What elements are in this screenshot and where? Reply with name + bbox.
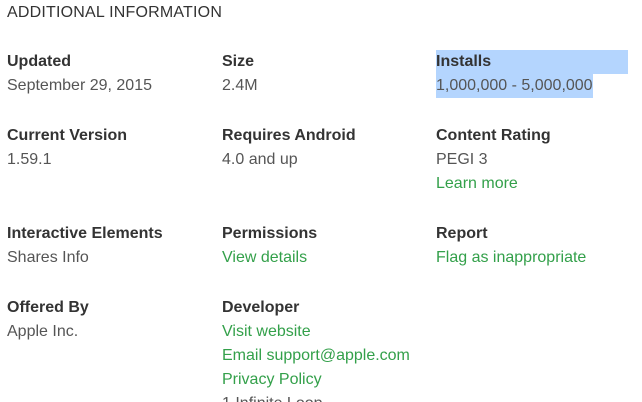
report-label: Report bbox=[436, 225, 488, 242]
size-label: Size bbox=[222, 53, 255, 70]
current-version-field: Current Version 1.59.1 bbox=[7, 124, 212, 172]
content-rating-value: PEGI 3 bbox=[436, 151, 488, 168]
learn-more-link[interactable]: Learn more bbox=[436, 172, 641, 196]
developer-address: 1 Infinite Loop bbox=[222, 392, 427, 402]
content-rating-field: Content Rating PEGI 3 Learn more bbox=[436, 124, 641, 196]
interactive-elements-value: Shares Info bbox=[7, 249, 89, 266]
interactive-elements-label: Interactive Elements bbox=[7, 225, 163, 242]
offered-by-field: Offered By Apple Inc. bbox=[7, 296, 212, 344]
requires-android-label: Requires Android bbox=[222, 127, 356, 144]
updated-value: September 29, 2015 bbox=[7, 77, 152, 94]
installs-label: Installs bbox=[436, 50, 628, 74]
flag-inappropriate-link[interactable]: Flag as inappropriate bbox=[436, 246, 641, 270]
updated-label: Updated bbox=[7, 53, 71, 70]
email-support-link[interactable]: Email support@apple.com bbox=[222, 344, 427, 368]
requires-android-field: Requires Android 4.0 and up bbox=[222, 124, 427, 172]
installs-value: 1,000,000 - 5,000,000 bbox=[436, 74, 593, 98]
requires-android-value: 4.0 and up bbox=[222, 151, 298, 168]
offered-by-value: Apple Inc. bbox=[7, 323, 79, 340]
installs-field: Installs 1,000,000 - 5,000,000 bbox=[436, 50, 641, 98]
current-version-label: Current Version bbox=[7, 127, 128, 144]
permissions-field: Permissions View details bbox=[222, 222, 427, 270]
size-field: Size 2.4M bbox=[222, 50, 427, 98]
visit-website-link[interactable]: Visit website bbox=[222, 320, 427, 344]
privacy-policy-link[interactable]: Privacy Policy bbox=[222, 368, 427, 392]
section-title: ADDITIONAL INFORMATION bbox=[7, 4, 223, 21]
updated-field: Updated September 29, 2015 bbox=[7, 50, 212, 98]
content-rating-label: Content Rating bbox=[436, 127, 551, 144]
view-details-link[interactable]: View details bbox=[222, 246, 427, 270]
current-version-value: 1.59.1 bbox=[7, 151, 52, 168]
interactive-elements-field: Interactive Elements Shares Info bbox=[7, 222, 212, 270]
size-value: 2.4M bbox=[222, 77, 258, 94]
developer-field: Developer Visit website Email support@ap… bbox=[222, 296, 427, 402]
offered-by-label: Offered By bbox=[7, 299, 89, 316]
developer-label: Developer bbox=[222, 299, 300, 316]
report-field: Report Flag as inappropriate bbox=[436, 222, 641, 270]
permissions-label: Permissions bbox=[222, 225, 318, 242]
